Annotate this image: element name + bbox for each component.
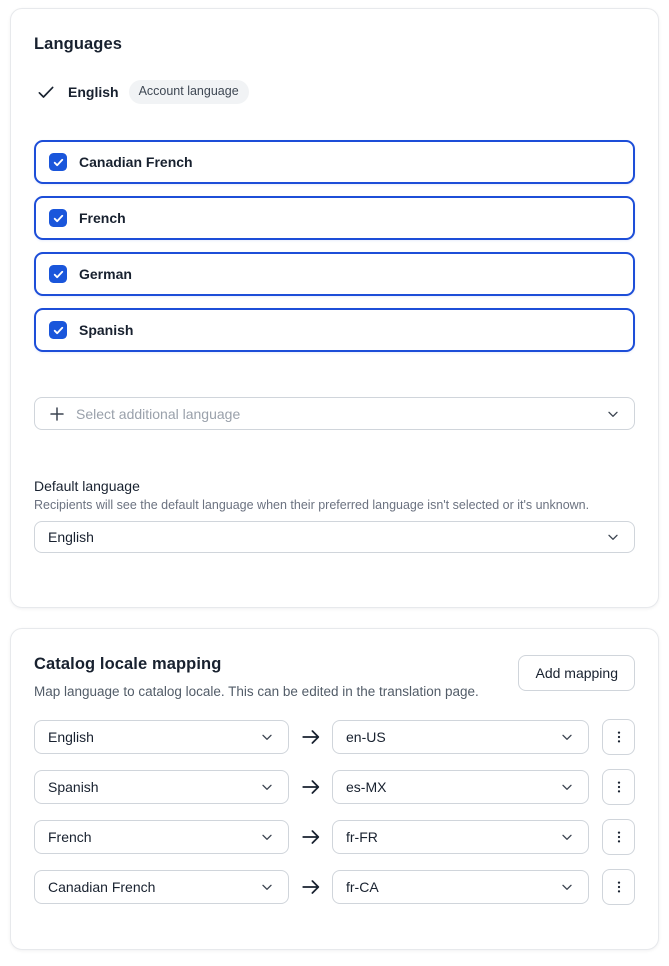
kebab-menu-icon [611,779,627,795]
checkbox-checked-icon[interactable] [49,153,67,171]
language-label: Canadian French [79,154,193,170]
mapping-row-menu-button[interactable] [602,719,635,755]
mapping-rows: English en-US [34,720,635,904]
catalog-locale-mapping-card: Catalog locale mapping Map language to c… [10,628,659,950]
mapping-locale-select[interactable]: en-US [332,720,589,754]
account-language-badge: Account language [129,80,249,104]
additional-language-select[interactable]: Select additional language [34,397,635,430]
default-language-value: English [48,529,94,545]
mapping-locale-value: fr-FR [346,829,378,845]
catalog-card-header: Catalog locale mapping Map language to c… [34,655,635,702]
check-icon [36,82,56,102]
mapping-locale-value: es-MX [346,779,386,795]
mapping-language-select[interactable]: English [34,720,289,754]
chevron-down-icon [605,529,621,545]
mapping-row-spanish: Spanish es-MX [34,770,635,804]
kebab-menu-icon [611,729,627,745]
mapping-language-value: French [48,829,92,845]
arrow-right-icon [289,726,332,748]
checkbox-checked-icon[interactable] [49,265,67,283]
languages-card-title: Languages [34,35,635,54]
default-language-label: Default language [34,478,635,494]
mapping-language-select[interactable]: Spanish [34,770,289,804]
mapping-locale-select[interactable]: es-MX [332,770,589,804]
catalog-card-title: Catalog locale mapping [34,655,479,674]
language-label: German [79,266,132,282]
default-language-select[interactable]: English [34,521,635,553]
arrow-right-icon [289,776,332,798]
mapping-locale-select[interactable]: fr-CA [332,870,589,904]
language-checkbox-row-german[interactable]: German [34,252,635,296]
chevron-down-icon [559,829,575,845]
arrow-right-icon [289,876,332,898]
arrow-right-icon [289,826,332,848]
mapping-language-value: Canadian French [48,879,155,895]
chevron-down-icon [259,779,275,795]
language-label: Spanish [79,322,133,338]
add-mapping-button[interactable]: Add mapping [518,655,635,691]
kebab-menu-icon [611,829,627,845]
mapping-row-menu-button[interactable] [602,869,635,905]
mapping-row-canadian-french: Canadian French fr-CA [34,870,635,904]
chevron-down-icon [605,406,621,422]
default-language-section: Default language Recipients will see the… [34,478,635,553]
chevron-down-icon [259,829,275,845]
selected-languages-list: Canadian French French German Spanish [34,140,635,352]
additional-language-placeholder: Select additional language [76,406,240,422]
language-checkbox-row-spanish[interactable]: Spanish [34,308,635,352]
chevron-down-icon [259,879,275,895]
mapping-language-value: English [48,729,94,745]
mapping-language-value: Spanish [48,779,99,795]
chevron-down-icon [559,729,575,745]
mapping-row-french: French fr-FR [34,820,635,854]
language-label: French [79,210,126,226]
mapping-locale-value: en-US [346,729,386,745]
mapping-row-menu-button[interactable] [602,769,635,805]
mapping-locale-value: fr-CA [346,879,379,895]
mapping-row-menu-button[interactable] [602,819,635,855]
mapping-row-english: English en-US [34,720,635,754]
language-checkbox-row-french[interactable]: French [34,196,635,240]
account-language-row: English Account language [34,81,635,103]
mapping-locale-select[interactable]: fr-FR [332,820,589,854]
default-language-description: Recipients will see the default language… [34,498,635,512]
languages-card: Languages English Account language Canad… [10,8,659,608]
catalog-card-description: Map language to catalog locale. This can… [34,681,479,702]
chevron-down-icon [259,729,275,745]
language-checkbox-row-canadian-french[interactable]: Canadian French [34,140,635,184]
mapping-language-select[interactable]: French [34,820,289,854]
plus-icon [48,405,66,423]
checkbox-checked-icon[interactable] [49,209,67,227]
chevron-down-icon [559,779,575,795]
catalog-header-text: Catalog locale mapping Map language to c… [34,655,479,702]
language-settings-page: Languages English Account language Canad… [0,0,669,966]
mapping-language-select[interactable]: Canadian French [34,870,289,904]
kebab-menu-icon [611,879,627,895]
chevron-down-icon [559,879,575,895]
account-language-name: English [68,84,119,100]
checkbox-checked-icon[interactable] [49,321,67,339]
